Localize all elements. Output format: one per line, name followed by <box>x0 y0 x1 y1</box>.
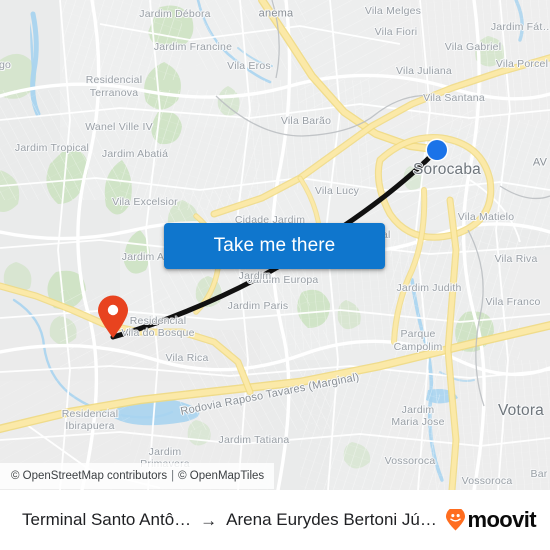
moovit-logo[interactable]: moovit <box>445 507 537 532</box>
origin-pin-icon <box>98 295 128 338</box>
take-me-there-button[interactable]: Take me there <box>164 223 385 269</box>
arrow-right-icon: → <box>200 510 218 530</box>
destination-dot-icon <box>425 138 449 162</box>
trip-summary-bar: Terminal Santo Antô… → Arena Eurydes Ber… <box>0 490 550 550</box>
trip-destination-label[interactable]: Arena Eurydes Bertoni Júni… <box>226 510 438 530</box>
attribution-tiles[interactable]: © OpenMapTiles <box>178 470 264 482</box>
map-share-card: Jardim Débora Vila Melges Jardim Fát… Jardi… <box>0 0 550 550</box>
moovit-wordmark: moovit <box>467 507 536 532</box>
take-me-there-label: Take me there <box>213 235 336 256</box>
map-canvas[interactable]: Jardim Débora Vila Melges Jardim Fát… Jardi… <box>0 0 550 490</box>
trip-origin-label[interactable]: Terminal Santo Antô… <box>22 510 191 530</box>
attribution-osm[interactable]: © OpenStreetMap contributors <box>11 470 167 482</box>
map-attribution: © OpenStreetMap contributors | © OpenMap… <box>0 463 275 489</box>
trip-endpoints: Terminal Santo Antô… → Arena Eurydes Ber… <box>22 510 439 530</box>
moovit-pin-icon <box>446 509 466 531</box>
attribution-separator: | <box>171 470 175 482</box>
